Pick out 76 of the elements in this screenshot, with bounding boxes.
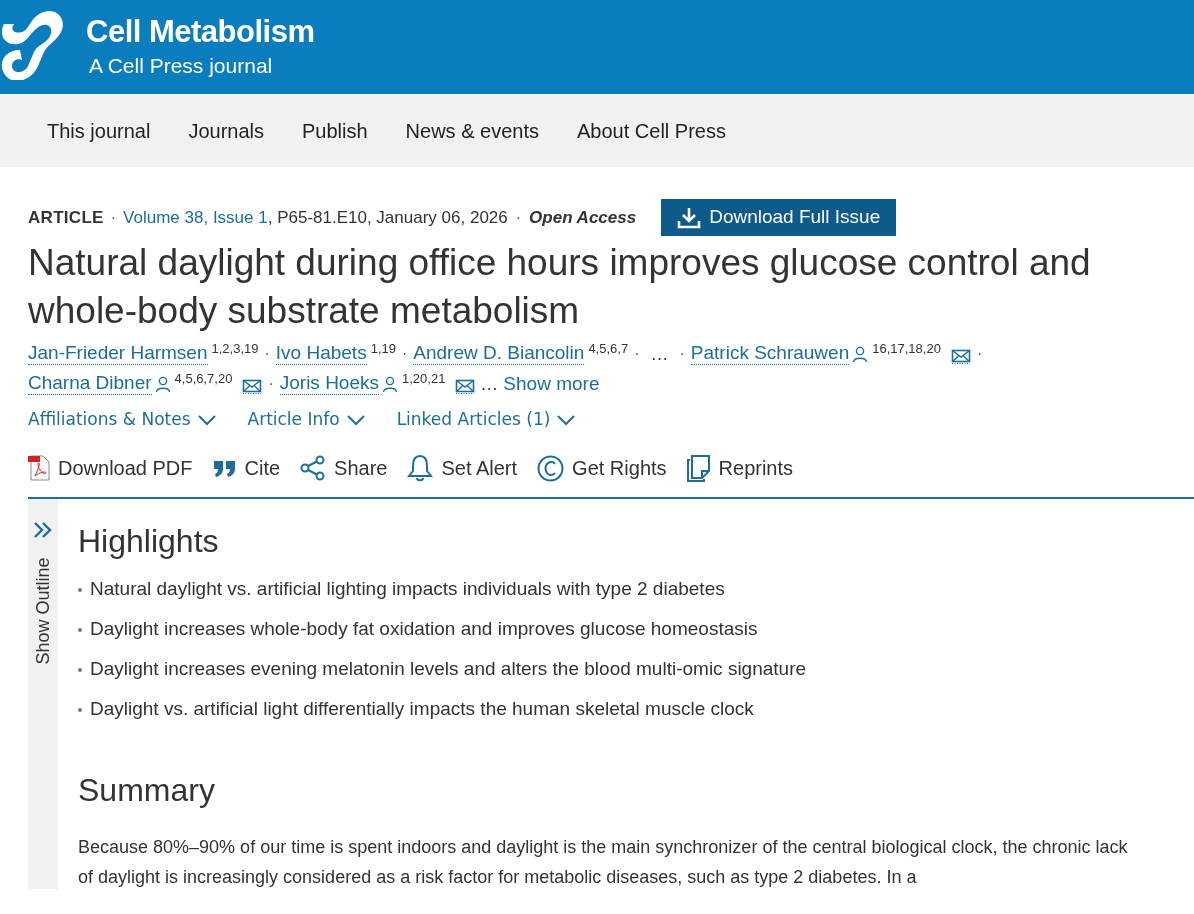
chevron-icon [556,414,577,426]
highlight-item: Daylight vs. artificial light differentially impacts the human skeletal muscle clock [90,697,754,722]
show-more-link[interactable]: Show more [503,373,600,395]
journal-subtitle: A Cell Press journal [89,53,274,79]
separator: · [679,344,685,364]
pdf-file-icon [28,455,50,481]
article-title: Natural daylight during office hours improves glucose control and whole-body substrate metabolism [28,241,1092,333]
bullet-icon [78,587,82,592]
author-link[interactable]: Charna Dibner [28,372,152,395]
person-icon[interactable] [852,346,869,363]
journal-title[interactable]: Cell Metabolism [86,14,315,50]
affiliation-numbers: 1,20,21 [402,372,446,386]
nav-link[interactable]: This journal [47,115,151,146]
separator: · [634,344,640,364]
author-link[interactable]: Ivo Habets [275,342,367,365]
toolbar-button[interactable]: Cite [212,453,281,483]
nav-link[interactable]: News & events [405,115,539,146]
separator: · [268,374,274,394]
toolbar-button[interactable]: Reprints [686,453,794,483]
affiliation-numbers: 1,2,3,19 [211,342,259,356]
author-link[interactable]: Jan-Frieder Harmsen [28,342,208,365]
copyright-icon [537,454,565,482]
article-details: , P65-81.E10, January 06, 2026 [267,206,508,229]
author-link[interactable]: Andrew D. Biancolin [413,342,585,365]
section-heading: Summary [78,771,216,810]
separator: · [110,207,117,228]
affiliation-numbers: 4,5,6,7 [588,342,629,356]
section-toggle[interactable]: Linked Articles (1) [396,407,577,433]
bell-icon [407,454,434,482]
show-outline-label[interactable]: Show Outline [29,557,57,665]
open-access-label: Open Access [529,206,637,229]
issue-link[interactable]: Volume 38, Issue 1 [123,204,268,231]
download-issue-button[interactable]: Download Full Issue [661,199,897,236]
toolbar-button[interactable]: Share [300,453,388,483]
bullet-icon [78,627,82,632]
separator: · [515,207,522,228]
separator: · [264,344,270,364]
author-link[interactable]: Patrick Schrauwen [690,342,850,365]
outline-sidebar[interactable]: Show Outline [28,499,58,889]
toolbar-button[interactable]: Download PDF [28,453,193,483]
document-stack-icon [686,454,711,482]
email-icon[interactable] [950,349,971,364]
section-toggle[interactable]: Article Info [247,407,366,433]
download-icon [677,206,702,229]
bullet-icon [78,707,82,712]
ellipsis: … [480,373,499,395]
affiliation-numbers: 16,17,18,20 [872,342,941,356]
ellipsis: … [650,343,669,365]
nav-link[interactable]: Publish [302,115,368,146]
separator: · [976,344,983,364]
toolbar-button[interactable]: Get Rights [537,453,667,483]
bullet-icon [78,667,82,672]
share-icon [300,455,327,481]
logo-icon[interactable] [0,10,66,80]
affiliation-numbers: 1,19 [370,342,396,356]
article-type: ARTICLE [28,206,104,229]
double-chevron-icon[interactable] [33,521,53,539]
person-icon[interactable] [154,376,171,393]
section-heading: Highlights [78,522,220,561]
section-toggle[interactable]: Affiliations & Notes [28,407,217,433]
chevron-icon [196,414,217,426]
highlight-item: Daylight increases whole-body fat oxidation and improves glucose homeostasis [90,617,758,642]
highlight-item: Natural daylight vs. artificial lighting impacts individuals with type 2 diabetes [90,577,725,602]
nav-link[interactable]: Journals [188,115,264,146]
toolbar-button[interactable]: Set Alert [407,453,518,483]
affiliation-numbers: 4,5,6,7,20 [174,372,233,386]
quote-icon [212,458,237,478]
chevron-icon [345,414,366,426]
summary-paragraph: Because 80%–90% of our time is spent indoors and daylight is the main synchronizer of the central biological clock, the chronic lack of daylight is increasingly considered as a risk factor for metabolic diseases, such as type 2 diabetes. In a [78,836,1129,889]
separator: · [401,344,408,364]
email-icon[interactable] [455,379,476,394]
nav-link[interactable]: About Cell Press [577,115,726,146]
author-link[interactable]: Joris Hoeks [279,372,379,395]
person-icon[interactable] [382,376,398,393]
highlight-item: Daylight increases evening melatonin levels and alters the blood multi-omic signature [90,657,807,682]
email-icon[interactable] [242,379,263,394]
